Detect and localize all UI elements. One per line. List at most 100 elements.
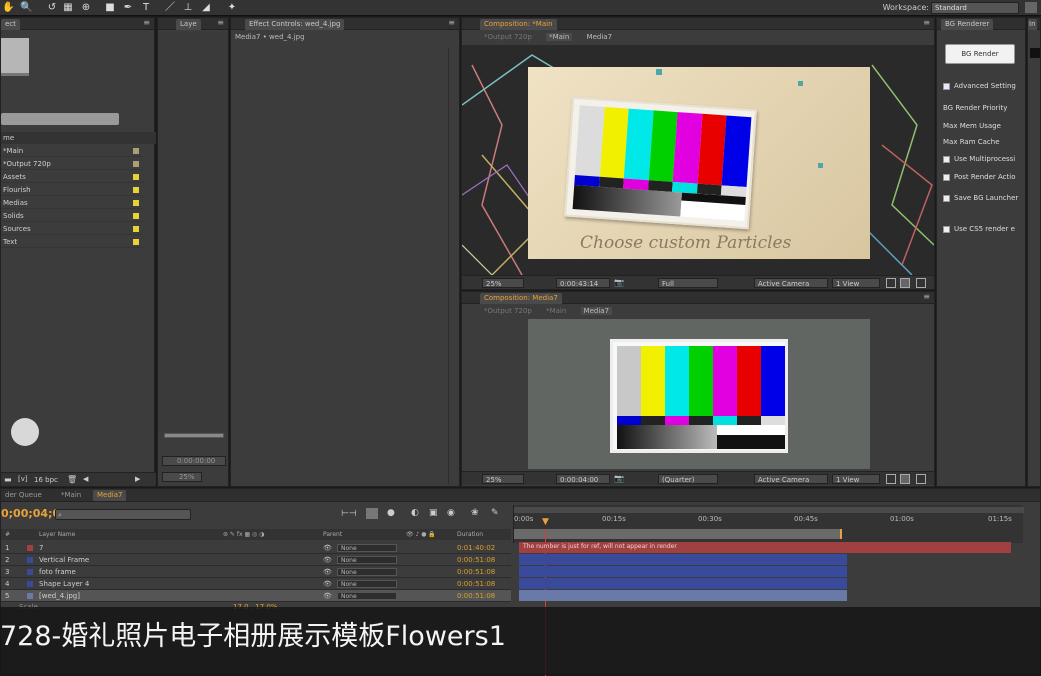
graph-editor-icon[interactable]: ✎ <box>491 508 499 518</box>
parent-select[interactable]: None <box>337 556 397 564</box>
visibility-eye-icon[interactable]: 👁 <box>323 590 332 602</box>
crumb-media7[interactable]: Media7 <box>587 33 612 41</box>
clone-tool-icon[interactable]: ⊥ <box>182 2 194 13</box>
project-item[interactable]: Sources <box>1 223 143 235</box>
crumb-main[interactable]: *Main <box>546 307 566 315</box>
rotate-tool-icon[interactable]: ↺ <box>46 2 58 13</box>
camera-select[interactable]: Active Camera <box>754 474 828 484</box>
layer-zoom-select[interactable]: 25% <box>162 472 202 482</box>
col-parent[interactable]: Parent <box>323 529 342 540</box>
project-item[interactable]: *Output 720p <box>1 158 143 170</box>
zoom-tool-icon[interactable]: 🔍 <box>20 2 32 13</box>
col-layer-name[interactable]: Layer Name <box>39 529 75 540</box>
label-color-swatch[interactable] <box>133 148 139 154</box>
label-color-swatch[interactable] <box>133 187 139 193</box>
comp-work-area[interactable] <box>514 529 842 539</box>
label-color-swatch[interactable] <box>133 161 139 167</box>
resolution-select[interactable]: Full <box>658 278 718 288</box>
workspace-select[interactable]: Standard <box>931 2 1019 14</box>
pen-tool-icon[interactable]: ✒ <box>122 2 134 13</box>
panel-menu-icon[interactable]: ≡ <box>448 18 455 27</box>
comp-main-viewer[interactable]: Choose custom Particles <box>462 45 934 275</box>
timeline-layer-row[interactable]: 5 [wed_4.jpg] None 0:00:51:08 👁 <box>1 590 511 602</box>
use-multiprocessing-checkbox[interactable]: Use Multiprocessi <box>943 155 1015 163</box>
post-render-action-checkbox[interactable]: Post Render Actio <box>943 173 1016 181</box>
visibility-eye-icon[interactable]: 👁 <box>323 542 332 554</box>
parent-select[interactable]: None <box>337 592 397 600</box>
type-tool-icon[interactable]: T <box>140 2 152 13</box>
timeline-layer-row[interactable]: 1 7 None 0:01:40:02 👁 <box>1 542 511 554</box>
layer-label-swatch[interactable] <box>27 557 33 563</box>
project-item[interactable]: *Main <box>1 145 143 157</box>
folder-icon[interactable]: ▬ <box>4 475 12 484</box>
camera-select[interactable]: Active Camera <box>754 278 828 288</box>
comp-media-viewer[interactable] <box>528 319 870 469</box>
tab-project[interactable]: ect <box>1 19 20 30</box>
camera-tool-icon[interactable]: ▦ <box>62 2 74 13</box>
bg-render-button[interactable]: BG Render <box>945 44 1015 64</box>
tab-main-timeline[interactable]: *Main <box>57 490 85 501</box>
tab-info[interactable]: In <box>1028 19 1037 30</box>
zoom-select[interactable]: 25% <box>482 278 524 288</box>
project-item[interactable]: Flourish <box>1 184 143 196</box>
draft-3d-icon[interactable]: ● <box>387 508 395 518</box>
track-layer-2[interactable] <box>519 554 847 565</box>
pan-behind-tool-icon[interactable]: ⊕ <box>80 2 92 13</box>
parent-select[interactable]: None <box>337 580 397 588</box>
fast-preview-icon[interactable] <box>886 474 896 484</box>
label-color-swatch[interactable] <box>133 226 139 232</box>
timeline-layer-row[interactable]: 3 foto frame None 0:00:51:08 👁 <box>1 566 511 578</box>
comp-mini-flowchart-icon[interactable]: ⊢⊣ <box>341 509 357 519</box>
layer-time-display[interactable]: 0:00:00:00 <box>162 456 226 466</box>
zoom-select[interactable]: 25% <box>482 474 524 484</box>
label-color-swatch[interactable] <box>133 200 139 206</box>
current-time-display[interactable]: 0:00:43:14 <box>556 278 610 288</box>
project-item[interactable]: Text <box>1 236 143 248</box>
timeline-layer-row[interactable]: 4 Shape Layer 4 None 0:00:51:08 👁 <box>1 578 511 590</box>
snapshot-camera-icon[interactable]: 📷 <box>614 474 624 483</box>
parent-select[interactable]: None <box>337 544 397 552</box>
search-help-icon[interactable] <box>1025 2 1037 13</box>
project-search-input[interactable] <box>1 113 119 125</box>
tab-bg-renderer[interactable]: BG Renderer <box>941 19 994 30</box>
panel-menu-icon[interactable]: ≡ <box>923 292 930 301</box>
live-update-icon[interactable] <box>366 508 378 519</box>
label-color-swatch[interactable] <box>133 239 139 245</box>
project-item[interactable]: Solids <box>1 210 143 222</box>
motion-blur-icon[interactable]: ◉ <box>447 508 455 518</box>
visibility-eye-icon[interactable]: 👁 <box>323 566 332 578</box>
tab-composition-main[interactable]: Composition: *Main <box>480 19 557 30</box>
rectangle-tool-icon[interactable]: ■ <box>104 2 116 13</box>
layer-label-swatch[interactable] <box>27 593 33 599</box>
effect-scrollbar[interactable] <box>448 48 449 484</box>
crumb-media7[interactable]: Media7 <box>580 307 613 315</box>
resolution-select[interactable]: (Quarter) <box>658 474 718 484</box>
flowchart-icon[interactable] <box>916 474 926 484</box>
tab-effect-controls[interactable]: Effect Controls: wed_4.jpg <box>245 19 345 30</box>
layer-label-swatch[interactable] <box>27 581 33 587</box>
track-layer-5[interactable] <box>519 590 847 601</box>
snapshot-camera-icon[interactable]: 📷 <box>614 278 624 287</box>
panel-menu-icon[interactable]: ≡ <box>143 18 150 27</box>
view-layout-select[interactable]: 1 View <box>832 278 880 288</box>
hand-tool-icon[interactable]: ✋ <box>2 2 14 13</box>
scroll-right-icon[interactable]: ▶ <box>135 475 140 483</box>
crumb-main[interactable]: *Main <box>546 33 573 41</box>
track-layer-3[interactable] <box>519 566 847 577</box>
time-ruler[interactable]: 0:00s 00:15s 00:30s 00:45s 01:00s 01:15s… <box>513 505 1024 543</box>
panel-menu-icon[interactable]: ≡ <box>217 18 224 27</box>
playhead-icon[interactable]: ▼ <box>542 517 550 527</box>
frame-blending-icon[interactable]: ▣ <box>429 508 438 518</box>
fast-preview-icon[interactable] <box>886 278 896 288</box>
brainstorm-icon[interactable]: ❀ <box>471 508 479 518</box>
puppet-tool-icon[interactable]: ✦ <box>226 2 238 13</box>
tab-media7-timeline[interactable]: Media7 <box>93 490 127 501</box>
col-duration[interactable]: Duration <box>457 529 483 540</box>
work-area-bar[interactable] <box>514 507 1024 513</box>
project-item[interactable]: Assets <box>1 171 143 183</box>
parent-select[interactable]: None <box>337 568 397 576</box>
track-layer-1[interactable]: The number is just for ref, will not app… <box>519 542 1011 553</box>
crumb-output[interactable]: *Output 720p <box>484 307 532 315</box>
timeline-search-input[interactable]: ⌕ <box>55 509 191 520</box>
tab-layer[interactable]: Laye <box>176 19 201 30</box>
